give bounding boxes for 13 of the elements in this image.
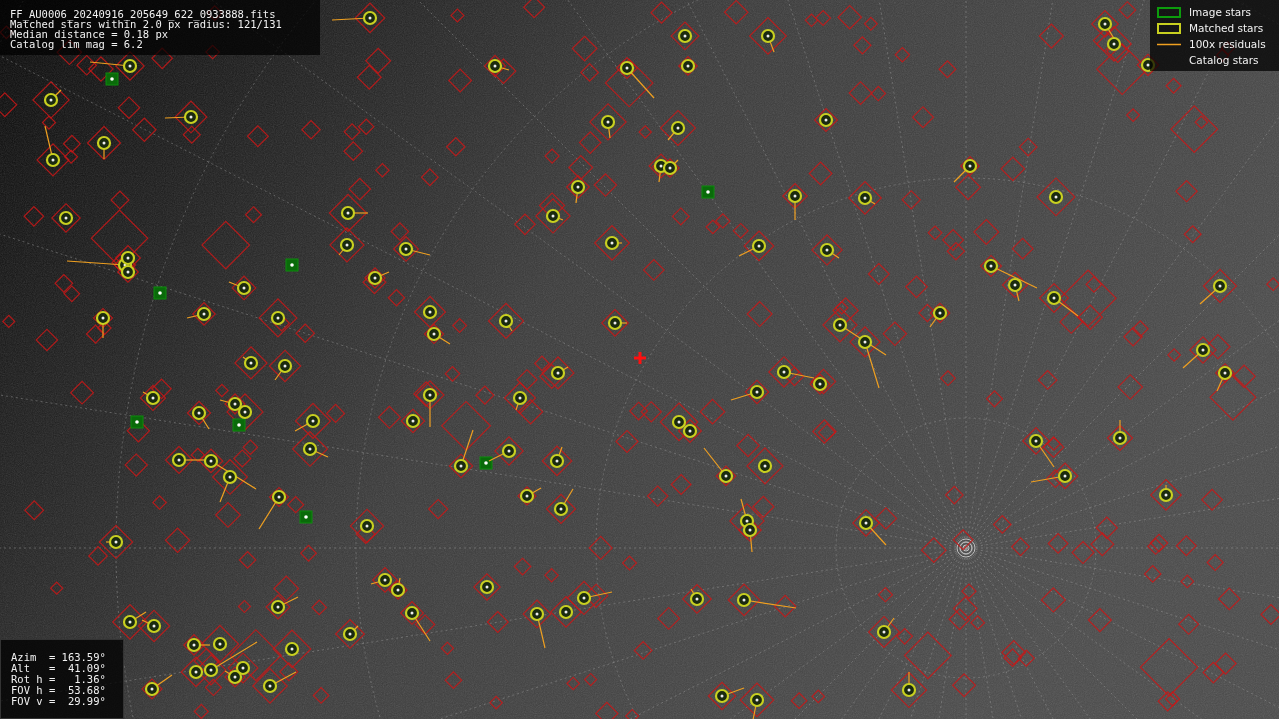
pointing-line: Azim = 163.59° xyxy=(11,652,107,662)
pointing-line: Alt = 41.09° xyxy=(11,663,107,673)
info-line: Catalog lim mag = 6.2 xyxy=(10,39,144,49)
pointing-line: FOV h = 53.68° xyxy=(11,685,107,695)
legend-label: 100x residuals xyxy=(1189,38,1266,50)
info-line: Median distance = 0.18 px xyxy=(10,29,169,39)
info-line: FF_AU0006_20240916_205649_622_0933888.fits xyxy=(10,9,276,19)
pointing-line: Rot h = 1.36° xyxy=(11,674,107,684)
legend-label: Image stars xyxy=(1189,6,1252,18)
pointing-line: FOV v = 29.99° xyxy=(11,696,107,706)
info-line: Matched stars within 2.0 px radius: 121/131 xyxy=(10,19,283,29)
legend-label: Matched stars xyxy=(1189,22,1264,34)
legend-label: Catalog stars xyxy=(1189,54,1259,66)
